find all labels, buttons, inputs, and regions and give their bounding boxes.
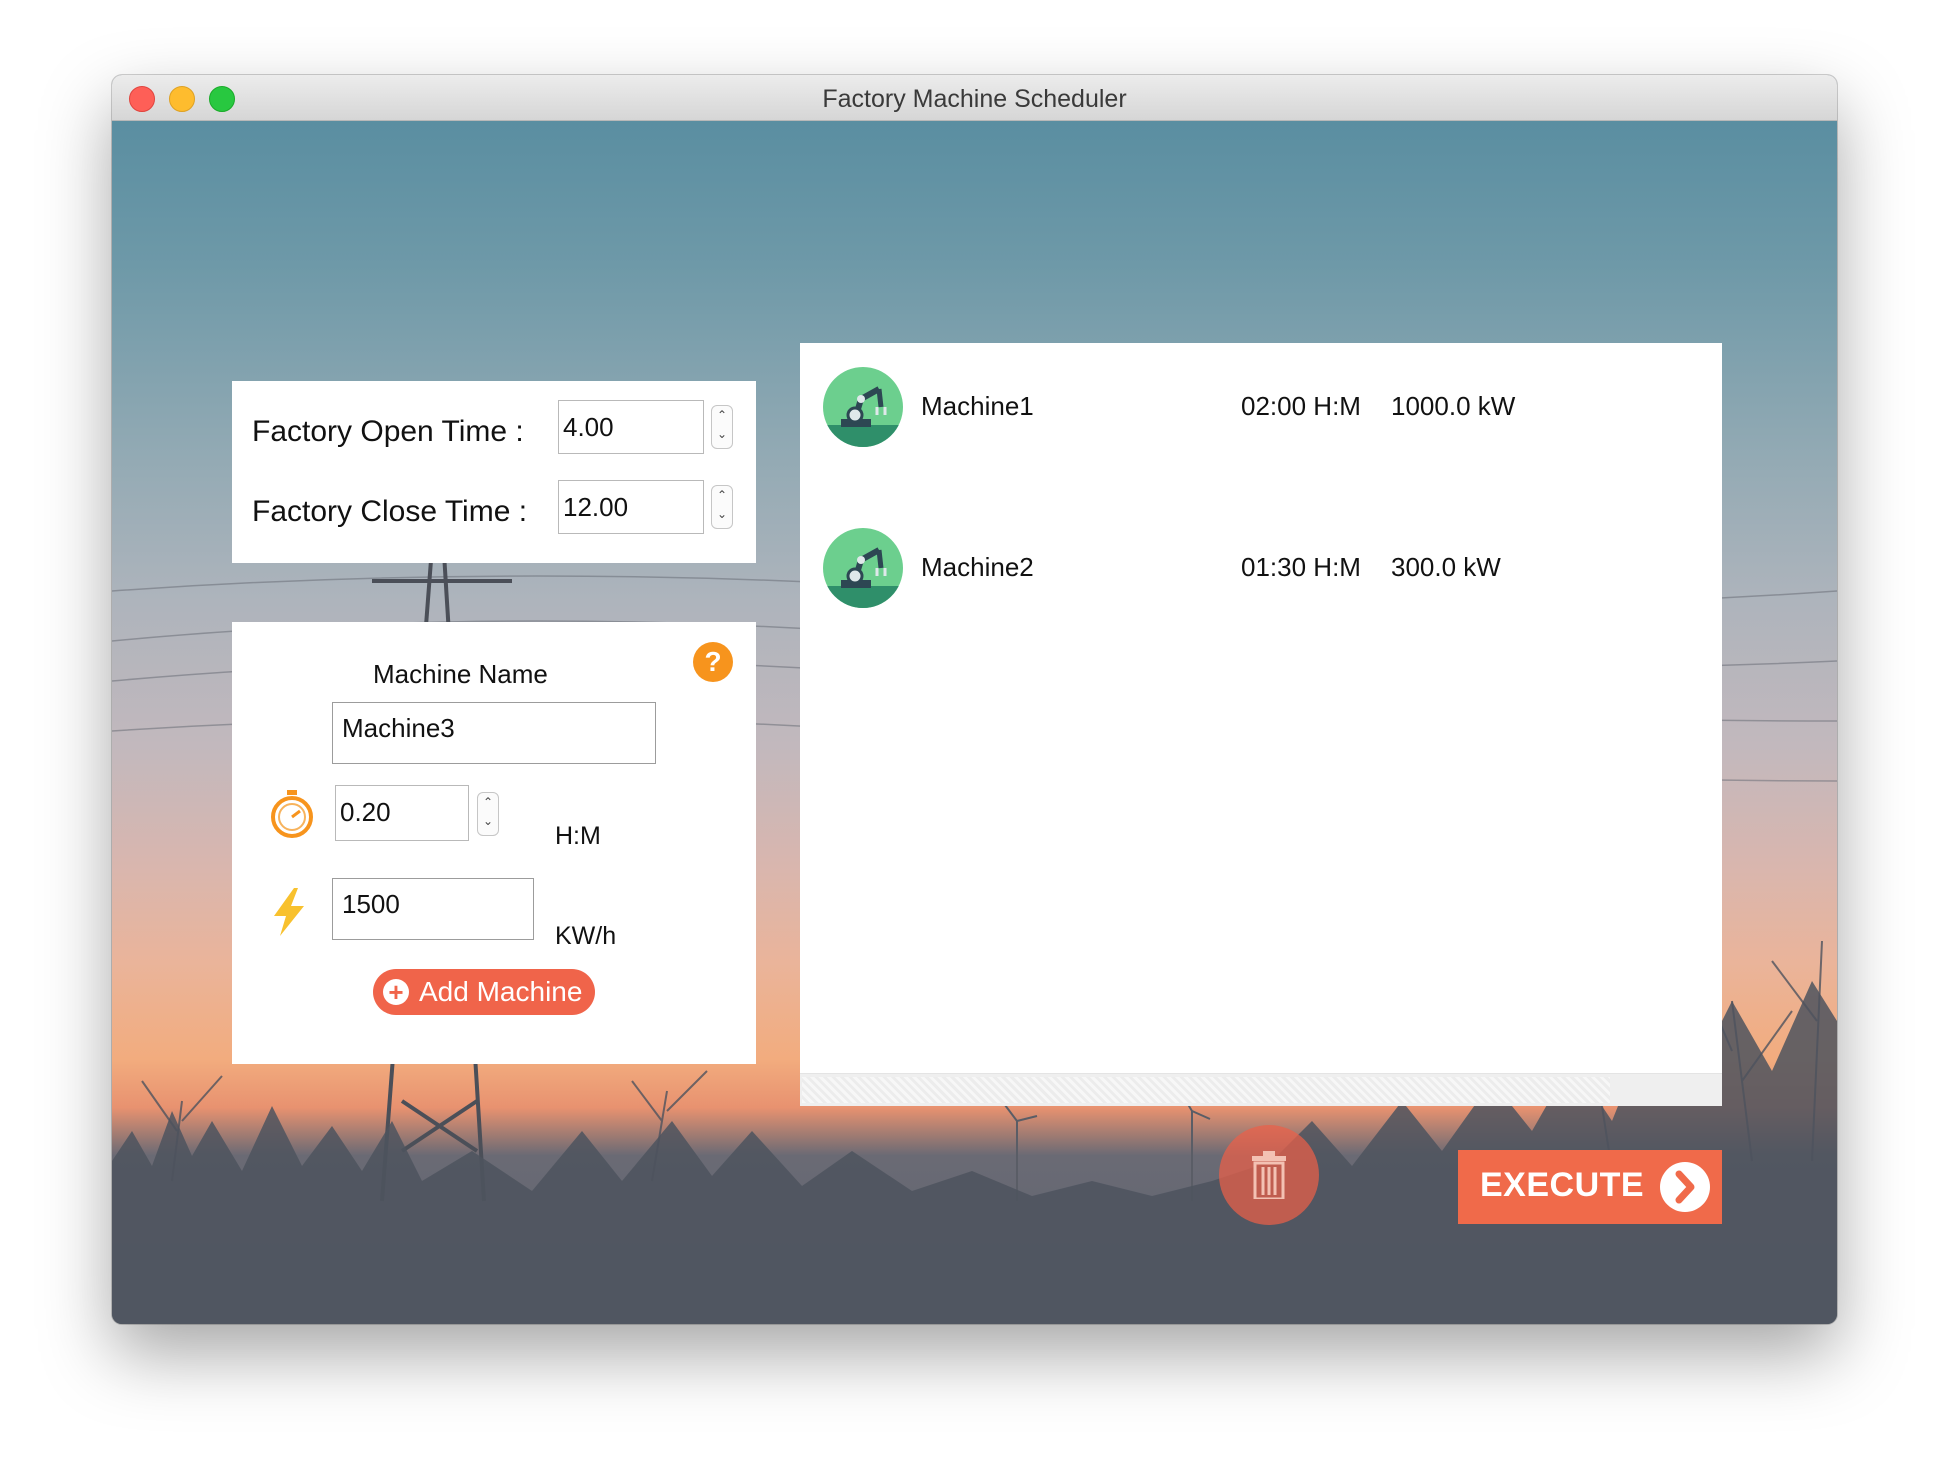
execute-label: EXECUTE bbox=[1480, 1166, 1645, 1204]
close-time-stepper[interactable]: ⌃ ⌄ bbox=[711, 485, 733, 529]
factory-hours-panel: Factory Open Time : 4.00 ⌃ ⌄ Factory Clo… bbox=[232, 381, 756, 563]
trash-icon bbox=[1251, 1151, 1287, 1204]
chevron-up-icon[interactable]: ⌃ bbox=[712, 486, 732, 505]
open-time-field[interactable]: 4.00 bbox=[558, 400, 704, 454]
machine-name: Machine2 bbox=[921, 552, 1034, 582]
chevron-down-icon[interactable]: ⌄ bbox=[712, 505, 732, 524]
window-title: Factory Machine Scheduler bbox=[822, 85, 1127, 113]
chevron-right-icon bbox=[1660, 1162, 1710, 1212]
duration-field[interactable]: 0.20 bbox=[335, 785, 469, 841]
chevron-down-icon[interactable]: ⌄ bbox=[712, 425, 732, 444]
duration-unit-label: H:M bbox=[555, 822, 601, 850]
open-time-stepper[interactable]: ⌃ ⌄ bbox=[711, 405, 733, 449]
machine-name-input[interactable]: Machine3 bbox=[332, 702, 656, 764]
title-bar: Factory Machine Scheduler bbox=[112, 75, 1837, 121]
delete-machine-button[interactable] bbox=[1219, 1125, 1319, 1225]
add-machine-button[interactable]: + Add Machine bbox=[373, 969, 595, 1015]
power-input[interactable]: 1500 bbox=[332, 878, 534, 940]
help-icon[interactable]: ? bbox=[693, 642, 733, 682]
add-machine-panel: Machine Name ? Machine3 0.20 ⌃ ⌄ H:M 150… bbox=[232, 622, 756, 1064]
machine-power: 300.0 kW bbox=[1391, 552, 1501, 582]
open-time-label: Factory Open Time : bbox=[252, 415, 524, 448]
plus-circle-icon: + bbox=[383, 979, 409, 1005]
app-window: Factory Machine Scheduler Factory Open T… bbox=[112, 75, 1837, 1324]
close-time-field[interactable]: 12.00 bbox=[558, 480, 704, 534]
scrollbar-thumb[interactable] bbox=[802, 1077, 1610, 1103]
chevron-up-icon[interactable]: ⌃ bbox=[712, 406, 732, 425]
execute-button[interactable]: EXECUTE bbox=[1458, 1150, 1722, 1224]
list-item[interactable]: Machine2 01:30 H:M 300.0 kW bbox=[800, 528, 1722, 612]
robot-arm-icon bbox=[823, 367, 903, 447]
horizontal-scrollbar[interactable] bbox=[800, 1073, 1722, 1106]
machine-name: Machine1 bbox=[921, 391, 1034, 421]
machine-list[interactable]: Machine1 02:00 H:M 1000.0 kW Machine2 01… bbox=[800, 343, 1722, 1106]
chevron-up-icon[interactable]: ⌃ bbox=[478, 793, 498, 812]
duration-stepper[interactable]: ⌃ ⌄ bbox=[477, 792, 499, 836]
chevron-down-icon[interactable]: ⌄ bbox=[478, 812, 498, 831]
power-unit-label: KW/h bbox=[555, 922, 617, 950]
add-machine-label: Add Machine bbox=[419, 976, 583, 1007]
robot-arm-icon bbox=[823, 528, 903, 608]
list-item[interactable]: Machine1 02:00 H:M 1000.0 kW bbox=[800, 367, 1722, 451]
lightning-icon bbox=[268, 888, 308, 941]
machine-name-label: Machine Name bbox=[373, 659, 548, 689]
machine-duration: 01:30 H:M bbox=[1241, 552, 1361, 582]
stopwatch-icon bbox=[269, 789, 315, 844]
machine-duration: 02:00 H:M bbox=[1241, 391, 1361, 421]
close-time-label: Factory Close Time : bbox=[252, 495, 528, 528]
machine-power: 1000.0 kW bbox=[1391, 391, 1516, 421]
